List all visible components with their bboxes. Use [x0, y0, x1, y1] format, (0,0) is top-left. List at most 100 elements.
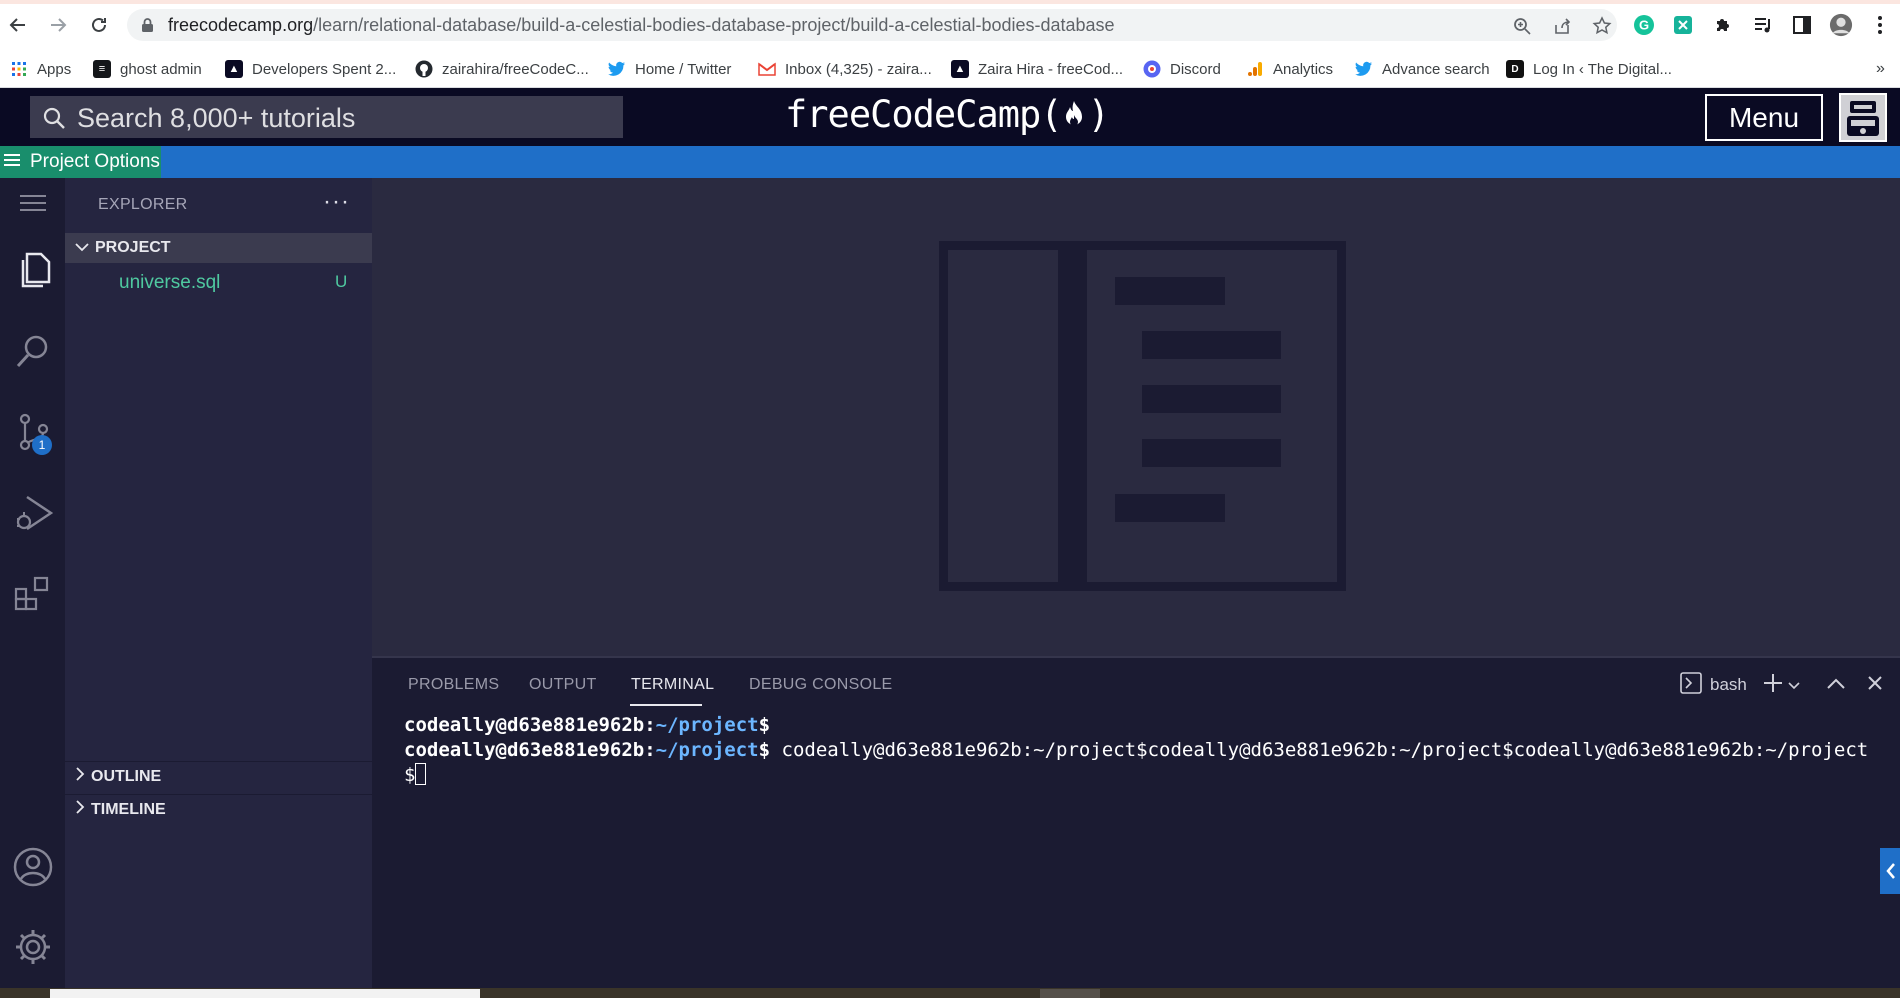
- file-name: universe.sql: [119, 272, 221, 293]
- bookmark-star-icon[interactable]: [1591, 15, 1613, 37]
- share-icon[interactable]: [1551, 15, 1573, 37]
- ghost-icon: ≡: [93, 60, 111, 78]
- bookmark-label: ghost admin: [120, 60, 202, 78]
- zoom-icon[interactable]: [1511, 15, 1533, 37]
- terminal-line: codeally@d63e881e962b:~/project$ codeall…: [404, 739, 1869, 786]
- robot-avatar-icon: [1847, 100, 1879, 136]
- reload-icon[interactable]: [84, 10, 114, 40]
- media-queue-icon[interactable]: [1751, 13, 1775, 37]
- search-input[interactable]: Search 8,000+ tutorials: [30, 96, 623, 138]
- bookmark-advance-search[interactable]: Advance search: [1355, 57, 1490, 81]
- chevron-down-icon: [1788, 675, 1800, 695]
- project-options-label: Project Options: [30, 151, 160, 172]
- plus-icon: [1762, 672, 1784, 699]
- tab-strip-edge: [0, 0, 1900, 4]
- fcc-icon: ▲: [951, 60, 969, 78]
- tab-terminal[interactable]: TERMINAL: [631, 676, 714, 694]
- terminal-prompt: $: [758, 739, 771, 761]
- url-domain: freecodecamp.org: [168, 15, 314, 35]
- bookmark-github[interactable]: zairahira/freeCodeC...: [415, 57, 589, 81]
- active-tab-indicator: [630, 704, 702, 706]
- bottom-panel: PROBLEMS OUTPUT TERMINAL DEBUG CONSOLE b…: [372, 656, 1900, 998]
- more-actions-button[interactable]: ···: [323, 188, 350, 216]
- chevron-right-icon: [75, 767, 85, 786]
- bookmark-ghost-admin[interactable]: ≡ ghost admin: [93, 57, 202, 81]
- lock-icon: [141, 17, 154, 38]
- puzzle-icon[interactable]: [1711, 13, 1735, 37]
- user-avatar[interactable]: [1839, 93, 1887, 142]
- logo-close: ): [1087, 93, 1110, 136]
- svg-text:G: G: [1639, 18, 1649, 33]
- search-icon[interactable]: [0, 321, 65, 381]
- terminal-cursor: [415, 763, 427, 785]
- new-terminal-button[interactable]: [1762, 671, 1800, 699]
- bookmark-zaira-fcc[interactable]: ▲ Zaira Hira - freeCod...: [951, 57, 1123, 81]
- terminal-path: ~/project: [655, 714, 759, 736]
- bookmark-label: Home / Twitter: [635, 60, 732, 78]
- editor-area[interactable]: [372, 178, 1900, 656]
- bookmark-analytics[interactable]: Analytics: [1246, 57, 1333, 81]
- browser-menu-icon[interactable]: [1868, 13, 1892, 37]
- bookmark-twitter-home[interactable]: Home / Twitter: [608, 57, 731, 81]
- bookmark-discord[interactable]: Discord: [1143, 57, 1221, 81]
- bookmark-gmail[interactable]: Inbox (4,325) - zaira...: [758, 57, 932, 81]
- back-arrow-icon[interactable]: [3, 10, 33, 40]
- run-debug-icon[interactable]: [0, 483, 65, 543]
- forward-arrow-icon[interactable]: [43, 10, 73, 40]
- account-icon[interactable]: [0, 837, 65, 897]
- tab-problems[interactable]: PROBLEMS: [408, 676, 499, 694]
- timeline-section[interactable]: TIMELINE: [65, 794, 372, 824]
- extension-icon[interactable]: [1671, 13, 1695, 37]
- project-options-bar: Project Options: [0, 146, 1900, 178]
- file-row[interactable]: universe.sql U: [65, 268, 372, 296]
- bookmark-digital-login[interactable]: D Log In ‹ The Digital...: [1506, 57, 1672, 81]
- collapse-panel-handle[interactable]: [1880, 848, 1900, 894]
- search-placeholder: Search 8,000+ tutorials: [77, 103, 356, 133]
- scrollbar-thumb[interactable]: [1040, 989, 1100, 998]
- side-panel-icon[interactable]: [1790, 13, 1814, 37]
- twitter-icon: [608, 60, 626, 78]
- terminal-output[interactable]: codeally@d63e881e962b:~/project$ codeally…: [404, 713, 1874, 788]
- bookmark-label: Analytics: [1273, 60, 1334, 78]
- timeline-label: TIMELINE: [91, 800, 166, 818]
- terminal-prompt: $: [758, 714, 771, 736]
- vscode-menu-icon[interactable]: [0, 173, 65, 233]
- bookmark-label: Advance search: [1382, 60, 1490, 78]
- outline-section[interactable]: OUTLINE: [65, 761, 372, 791]
- maximize-panel-button[interactable]: [1827, 671, 1845, 699]
- address-bar[interactable]: freecodecamp.org/learn/relational-databa…: [127, 9, 1617, 41]
- url-path: /learn/relational-database/build-a-celes…: [313, 15, 1115, 35]
- more-bookmarks-button[interactable]: »: [1876, 57, 1885, 81]
- bookmarks-bar: Apps ≡ ghost admin ▲ Developers Spent 2...…: [0, 50, 1900, 88]
- explorer-files-icon[interactable]: [0, 240, 65, 300]
- shell-label: bash: [1710, 675, 1747, 694]
- close-icon: [1867, 675, 1883, 696]
- tab-debug-console[interactable]: DEBUG CONSOLE: [749, 676, 893, 694]
- fcc-logo[interactable]: freeCodeCamp(): [785, 93, 1110, 138]
- browser-toolbar: freecodecamp.org/learn/relational-databa…: [0, 0, 1900, 50]
- bookmark-apps[interactable]: Apps: [10, 57, 71, 81]
- tab-output[interactable]: OUTPUT: [529, 676, 597, 694]
- close-panel-button[interactable]: [1867, 671, 1883, 699]
- menu-button[interactable]: Menu: [1705, 94, 1823, 141]
- activity-bar: [0, 178, 65, 998]
- project-folder-header[interactable]: PROJECT: [65, 233, 372, 263]
- url-text[interactable]: freecodecamp.org/learn/relational-databa…: [168, 15, 1115, 36]
- flame-icon: [1062, 95, 1088, 138]
- extensions-icon[interactable]: [0, 564, 65, 624]
- bookmark-label: Log In ‹ The Digital...: [1533, 60, 1672, 78]
- bookmark-label: Developers Spent 2...: [252, 60, 397, 78]
- gmail-icon: [758, 60, 776, 78]
- twitter-icon: [1355, 60, 1373, 78]
- bookmark-developers[interactable]: ▲ Developers Spent 2...: [225, 57, 396, 81]
- profile-avatar-icon[interactable]: [1829, 13, 1853, 37]
- project-folder-label: PROJECT: [95, 239, 171, 256]
- grammarly-icon[interactable]: G: [1632, 13, 1656, 37]
- file-status-badge: U: [335, 272, 348, 291]
- terminal-user: codeally@d63e881e962b: [404, 739, 645, 761]
- settings-gear-icon[interactable]: [0, 917, 65, 977]
- analytics-icon: [1246, 60, 1264, 78]
- source-control-icon[interactable]: [0, 402, 65, 462]
- explorer-title: EXPLORER: [98, 196, 188, 213]
- terminal-shell-selector[interactable]: bash: [1680, 671, 1747, 699]
